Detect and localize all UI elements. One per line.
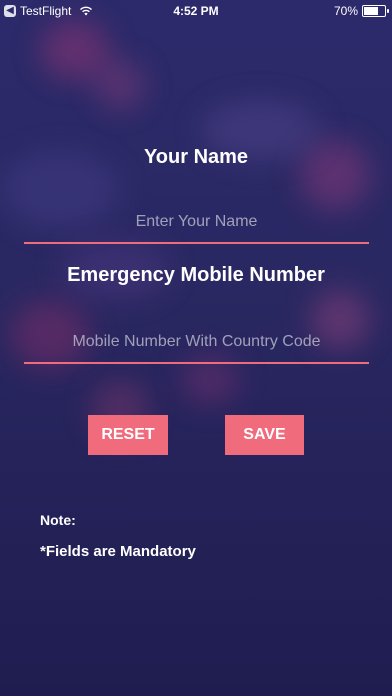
emergency-number-title: Emergency Mobile Number <box>67 264 325 286</box>
bokeh-decoration <box>40 20 110 80</box>
name-input[interactable] <box>24 202 369 244</box>
battery-indicator: 70% <box>333 4 389 18</box>
battery-icon <box>362 5 389 17</box>
mandatory-fields-note: *Fields are Mandatory <box>40 543 196 560</box>
reset-button[interactable]: RESET <box>88 415 168 455</box>
note-label: Note: <box>40 512 76 528</box>
status-bar: ◀ TestFlight 4:52 PM 70% <box>0 0 392 22</box>
mobile-number-input[interactable] <box>24 322 369 364</box>
name-title: Your Name <box>143 146 249 168</box>
app-screen: ◀ TestFlight 4:52 PM 70% Your Name Emerg… <box>0 0 392 696</box>
battery-fill <box>364 7 378 15</box>
bokeh-decoration <box>95 60 145 110</box>
save-button[interactable]: SAVE <box>225 415 304 455</box>
battery-percent: 70% <box>333 4 358 18</box>
